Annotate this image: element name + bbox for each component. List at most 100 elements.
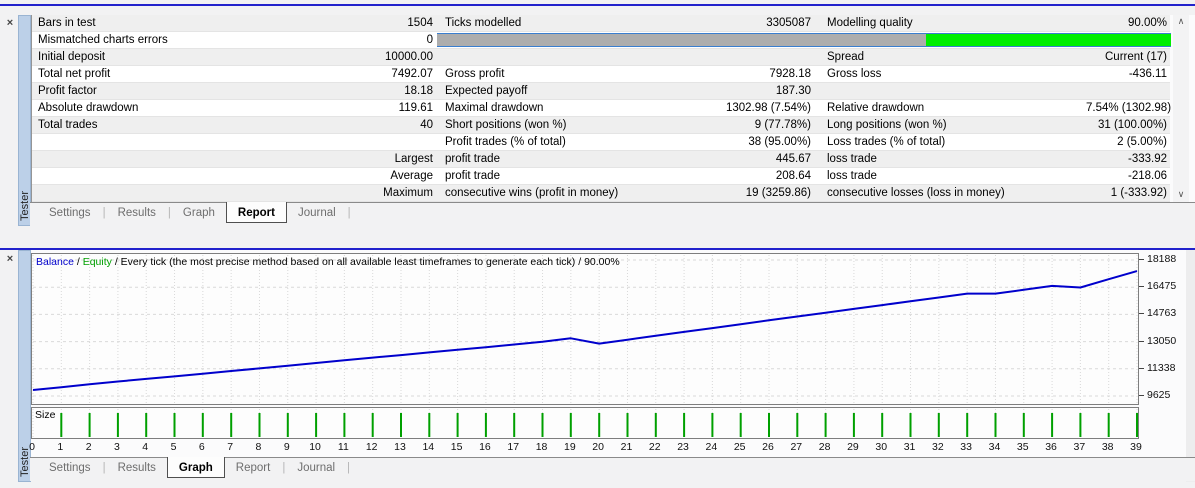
size-bar xyxy=(1136,413,1138,437)
x-axis-label: 30 xyxy=(872,441,890,453)
report-row: Profit trades (% of total)38 (95.00%)Los… xyxy=(32,134,1170,151)
x-axis-label: 25 xyxy=(731,441,749,453)
x-axis-label: 7 xyxy=(221,441,239,453)
x-axis-label: 33 xyxy=(957,441,975,453)
report-cell: 7.54% (1302.98) xyxy=(1082,100,1171,116)
x-axis-label: 21 xyxy=(617,441,635,453)
report-row: Largestprofit trade445.67loss trade-333.… xyxy=(32,151,1170,168)
size-bar xyxy=(711,413,713,437)
tab-report[interactable]: Report xyxy=(226,202,287,223)
tab-settings[interactable]: Settings xyxy=(38,203,102,222)
y-axis-tick xyxy=(1139,313,1144,314)
report-cell: Average xyxy=(367,168,437,184)
scroll-down-icon[interactable]: ∨ xyxy=(1173,188,1189,202)
y-axis-tick xyxy=(1139,368,1144,369)
size-bar xyxy=(343,413,345,437)
report-cell: 1302.98 (7.54%) xyxy=(720,100,815,116)
report-cell: profit trade xyxy=(437,151,720,167)
tab-graph[interactable]: Graph xyxy=(167,457,225,478)
x-axis-label: 29 xyxy=(844,441,862,453)
x-axis-label: 16 xyxy=(476,441,494,453)
report-cell: 7928.18 xyxy=(720,66,815,82)
tab-results[interactable]: Results xyxy=(107,203,167,222)
report-cell: Total trades xyxy=(32,117,367,133)
report-cell: 38 (95.00%) xyxy=(720,134,815,150)
report-cell: Initial deposit xyxy=(32,49,367,65)
tab-settings[interactable]: Settings xyxy=(38,458,102,477)
report-cell: Spread xyxy=(815,49,1082,65)
x-axis-label: 5 xyxy=(165,441,183,453)
report-cell xyxy=(1082,83,1171,99)
size-bar xyxy=(1108,413,1110,437)
x-axis-label: 32 xyxy=(929,441,947,453)
size-bars-plot xyxy=(32,408,1138,438)
y-axis-tick xyxy=(1139,259,1144,260)
scrollbar[interactable]: ∧ ∨ xyxy=(1173,15,1189,202)
report-cell: Profit factor xyxy=(32,83,367,99)
report-cell xyxy=(720,49,815,65)
close-icon[interactable]: × xyxy=(3,17,17,31)
report-row: Averageprofit trade208.64loss trade-218.… xyxy=(32,168,1170,185)
y-axis-label: 13050 xyxy=(1147,335,1176,347)
size-bar xyxy=(768,413,770,437)
y-axis-tick xyxy=(1139,286,1144,287)
x-axis-label: 11 xyxy=(334,441,352,453)
report-cell: 7492.07 xyxy=(367,66,437,82)
x-axis-label: 38 xyxy=(1099,441,1117,453)
legend-separator: / xyxy=(575,256,584,268)
tab-results[interactable]: Results xyxy=(107,458,167,477)
y-axis-label: 14763 xyxy=(1147,307,1176,319)
report-cell: 3305087 xyxy=(720,15,815,31)
size-bar xyxy=(372,413,374,437)
report-cell: Ticks modelled xyxy=(437,15,720,31)
x-axis-label: 27 xyxy=(787,441,805,453)
report-cell: -218.06 xyxy=(1082,168,1171,184)
size-bar xyxy=(627,413,629,437)
report-cell: Relative drawdown xyxy=(815,100,1082,116)
scroll-up-icon[interactable]: ∧ xyxy=(1173,15,1189,29)
report-row: Absolute drawdown119.61Maximal drawdown1… xyxy=(32,100,1170,117)
report-cell: loss trade xyxy=(815,168,1082,184)
tab-separator: | xyxy=(346,458,351,478)
x-axis-label: 10 xyxy=(306,441,324,453)
report-cell: 2 (5.00%) xyxy=(1082,134,1171,150)
size-bar xyxy=(683,413,685,437)
tab-graph[interactable]: Graph xyxy=(172,203,226,222)
tab-journal[interactable]: Journal xyxy=(286,458,346,477)
report-cell: 1504 xyxy=(367,15,437,31)
report-row: Initial deposit10000.00SpreadCurrent (17… xyxy=(32,49,1170,66)
y-axis-label: 16475 xyxy=(1147,280,1176,292)
report-cell: 19 (3259.86) xyxy=(720,185,815,201)
tester-strip[interactable]: Tester xyxy=(18,15,31,226)
size-bar xyxy=(938,413,940,437)
report-row: Profit factor18.18Expected payoff187.30 xyxy=(32,83,1170,100)
report-cell: 1 (-333.92) xyxy=(1082,185,1171,201)
size-bar xyxy=(117,413,119,437)
report-cell: -436.11 xyxy=(1082,66,1171,82)
report-cell: 9 (77.78%) xyxy=(720,117,815,133)
x-axis-label: 17 xyxy=(504,441,522,453)
x-axis-label: 26 xyxy=(759,441,777,453)
tab-report[interactable]: Report xyxy=(225,458,282,477)
legend-separator: / xyxy=(74,256,83,268)
report-cell xyxy=(32,185,367,201)
modelling-quality-bar-green xyxy=(926,34,1171,46)
close-icon[interactable]: × xyxy=(3,253,17,267)
size-bar xyxy=(513,413,515,437)
report-cell: Largest xyxy=(367,151,437,167)
legend-method: Every tick (the most precise method base… xyxy=(121,256,576,268)
size-bar xyxy=(881,413,883,437)
report-table: Bars in test1504Ticks modelled3305087Mod… xyxy=(31,15,1170,202)
legend-balance: Balance xyxy=(36,256,74,268)
report-row: Mismatched charts errors0 xyxy=(32,32,1170,49)
report-cell: consecutive losses (loss in money) xyxy=(815,185,1082,201)
tab-journal[interactable]: Journal xyxy=(287,203,347,222)
tab-separator: | xyxy=(347,203,352,223)
report-cell: Long positions (won %) xyxy=(815,117,1082,133)
panel-edge-strip xyxy=(1186,250,1195,482)
balance-equity-chart: Balance / Equity / Every tick (the most … xyxy=(31,253,1139,405)
report-cell: Loss trades (% of total) xyxy=(815,134,1082,150)
size-bar xyxy=(1079,413,1081,437)
report-cell: 119.61 xyxy=(367,100,437,116)
size-bar xyxy=(89,413,91,437)
